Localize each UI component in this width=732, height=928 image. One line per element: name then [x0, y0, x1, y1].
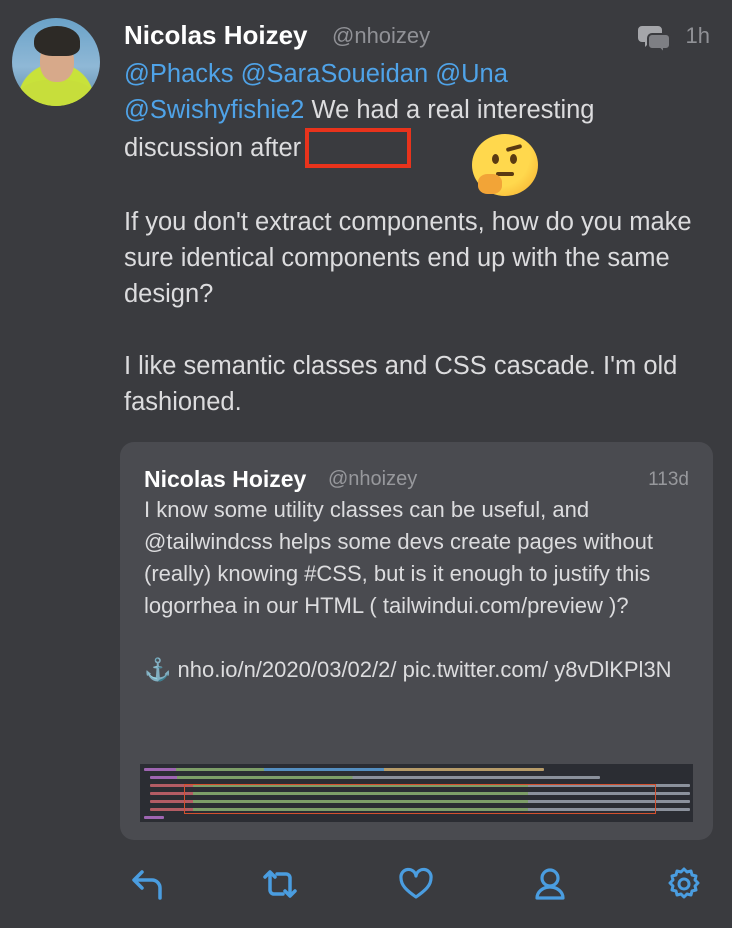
reply-icon[interactable]: [130, 866, 166, 902]
redaction-box: [305, 128, 412, 168]
mention-link[interactable]: @SaraSoueidan: [241, 60, 429, 88]
mention-link[interactable]: @Phacks: [124, 60, 234, 88]
anchor-icon: ⚓: [144, 657, 172, 682]
quoted-tweet-card[interactable]: Nicolas Hoizey @nhoizey 113d I know some…: [120, 442, 713, 840]
heart-icon[interactable]: [398, 866, 434, 902]
quoted-author-handle[interactable]: @nhoizey: [328, 468, 417, 491]
avatar[interactable]: [12, 18, 100, 106]
tweet-line-2: @Swishyfishie2 We had a real interesting: [124, 92, 714, 128]
gear-icon[interactable]: [666, 866, 702, 902]
author-name[interactable]: Nicolas Hoizey: [124, 20, 308, 51]
retweet-icon[interactable]: [262, 866, 298, 902]
tweet-paragraph: I like semantic classes and CSS cascade.…: [124, 352, 678, 416]
avatar-hair: [34, 26, 80, 56]
tweet-text: @Phacks @SaraSoueidan @Una @Swishyfishie…: [124, 56, 714, 420]
person-icon[interactable]: [532, 866, 568, 902]
highlight-box: [184, 784, 656, 814]
mention-link[interactable]: @Una: [435, 60, 508, 88]
tweet-line-3: discussion after: [124, 128, 714, 168]
tweet-time[interactable]: 1h: [686, 23, 710, 49]
quoted-links-text[interactable]: nho.io/n/2020/03/02/2/ pic.twitter.com/ …: [171, 657, 672, 682]
tweet-header: Nicolas Hoizey @nhoizey 1h: [124, 20, 714, 56]
quoted-links: ⚓ nho.io/n/2020/03/02/2/ pic.twitter.com…: [144, 654, 694, 686]
tweet-paragraph: If you don't extract components, how do …: [124, 208, 692, 308]
code-screenshot-image[interactable]: [140, 764, 693, 822]
quoted-text: I know some utility classes can be usefu…: [144, 494, 694, 686]
thinking-face-emoji-icon: [472, 134, 538, 196]
quoted-paragraph: I know some utility classes can be usefu…: [144, 497, 654, 618]
tweet-actions: [0, 858, 732, 908]
tweet-line-1: @Phacks @SaraSoueidan @Una: [124, 56, 714, 92]
mention-link[interactable]: @Swishyfishie2: [124, 96, 304, 124]
author-handle[interactable]: @nhoizey: [332, 23, 430, 49]
tweet-text-fragment: We had a real interesting: [304, 96, 595, 124]
conversation-icon[interactable]: [638, 22, 672, 52]
quoted-time[interactable]: 113d: [648, 469, 689, 491]
quoted-author-name[interactable]: Nicolas Hoizey: [144, 466, 306, 493]
avatar-jacket: [18, 80, 94, 106]
tweet-text-fragment: discussion after: [124, 134, 302, 162]
